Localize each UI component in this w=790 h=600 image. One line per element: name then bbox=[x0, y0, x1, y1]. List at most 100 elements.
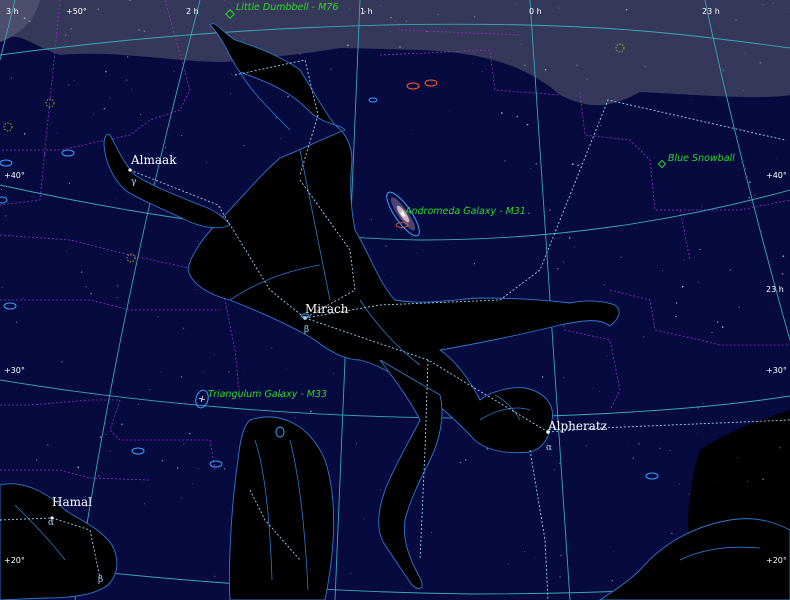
background-star bbox=[661, 269, 663, 271]
background-star bbox=[449, 110, 450, 112]
dec-left-40: +40° bbox=[4, 171, 25, 180]
andromeda-arm bbox=[103, 134, 231, 229]
background-star bbox=[66, 250, 68, 252]
label-alpheratz: Alpheratz bbox=[547, 419, 607, 433]
ra-label-3h: 3 h bbox=[6, 7, 19, 16]
greek-hamal-beta: β bbox=[98, 575, 103, 585]
background-star bbox=[716, 321, 719, 323]
background-star bbox=[121, 423, 123, 425]
background-star bbox=[523, 64, 526, 67]
background-star bbox=[482, 71, 484, 72]
background-star bbox=[558, 7, 560, 9]
background-star bbox=[181, 135, 183, 137]
background-star bbox=[164, 147, 167, 149]
background-star bbox=[571, 163, 574, 166]
ra-label-0h: 0 h bbox=[529, 7, 542, 16]
background-star bbox=[625, 8, 628, 11]
background-star bbox=[738, 306, 740, 308]
blue-snowball-marker[interactable] bbox=[657, 159, 667, 169]
background-star bbox=[287, 95, 289, 98]
background-star bbox=[562, 261, 564, 263]
background-star bbox=[1, 189, 2, 190]
background-star bbox=[698, 281, 699, 283]
background-star bbox=[214, 575, 216, 577]
sky-map-svg[interactable]: Almaak γ Mirach β Alpheratz α Hamal α β … bbox=[0, 0, 790, 600]
label-little-dumbbell: Little Dumbbell - M76 bbox=[236, 2, 338, 13]
background-star bbox=[405, 20, 407, 22]
background-star bbox=[549, 209, 551, 211]
background-star bbox=[559, 576, 561, 578]
background-star bbox=[380, 489, 382, 491]
background-star bbox=[759, 62, 761, 64]
background-star bbox=[82, 242, 84, 244]
background-star bbox=[701, 206, 703, 208]
background-star bbox=[526, 123, 529, 126]
ra-label-23h: 23 h bbox=[702, 7, 720, 16]
background-star bbox=[541, 376, 544, 378]
background-star bbox=[243, 144, 245, 147]
background-star bbox=[4, 215, 7, 217]
background-star bbox=[228, 371, 230, 373]
background-star bbox=[143, 30, 146, 33]
background-star bbox=[678, 483, 680, 485]
background-star bbox=[681, 285, 684, 288]
dec-right-40: +40° bbox=[766, 171, 787, 180]
background-star bbox=[28, 20, 31, 23]
background-star bbox=[299, 53, 301, 55]
background-star bbox=[459, 461, 462, 464]
background-star bbox=[202, 371, 204, 373]
background-star bbox=[643, 336, 645, 338]
background-star bbox=[77, 466, 80, 469]
background-star bbox=[577, 164, 579, 167]
background-star bbox=[206, 162, 208, 164]
background-star bbox=[742, 90, 744, 91]
background-star bbox=[658, 108, 660, 110]
background-star bbox=[103, 107, 106, 110]
background-star bbox=[478, 395, 480, 397]
background-star bbox=[655, 299, 657, 301]
background-star bbox=[507, 563, 509, 564]
background-star bbox=[528, 212, 530, 214]
dec-label-50: +50° bbox=[66, 7, 87, 16]
background-star bbox=[97, 8, 100, 10]
background-star bbox=[472, 296, 474, 298]
background-star bbox=[70, 28, 72, 30]
background-star bbox=[600, 124, 602, 126]
background-star bbox=[109, 450, 111, 452]
background-star bbox=[628, 441, 630, 442]
background-star bbox=[524, 551, 525, 552]
background-star bbox=[183, 443, 185, 445]
label-triangulum-galaxy: Triangulum Galaxy - M33 bbox=[208, 389, 327, 400]
background-star bbox=[735, 19, 737, 22]
background-star bbox=[500, 112, 503, 114]
star-almaak[interactable] bbox=[128, 168, 132, 172]
background-star bbox=[363, 519, 365, 520]
background-star bbox=[144, 503, 146, 505]
label-andromeda-galaxy: Andromeda Galaxy - M31 bbox=[404, 206, 526, 217]
background-star bbox=[611, 580, 613, 582]
background-star bbox=[349, 8, 350, 9]
background-star bbox=[520, 44, 521, 45]
background-star bbox=[185, 402, 187, 404]
label-hamal: Hamal bbox=[52, 495, 92, 509]
background-star bbox=[675, 302, 678, 304]
background-star bbox=[173, 70, 175, 72]
background-star bbox=[61, 361, 63, 363]
background-star bbox=[105, 433, 107, 436]
background-star bbox=[64, 34, 67, 37]
background-star bbox=[109, 97, 111, 99]
label-blue-snowball: Blue Snowball bbox=[668, 153, 735, 164]
sky-chart[interactable]: Almaak γ Mirach β Alpheratz α Hamal α β … bbox=[0, 0, 790, 600]
background-star bbox=[244, 368, 246, 370]
background-star bbox=[183, 327, 185, 329]
background-star bbox=[516, 4, 518, 5]
background-star bbox=[782, 255, 785, 258]
background-star bbox=[671, 532, 673, 535]
background-star bbox=[632, 457, 635, 459]
background-star bbox=[696, 432, 698, 434]
background-star bbox=[138, 403, 140, 405]
background-star bbox=[23, 17, 26, 20]
background-star bbox=[573, 246, 575, 248]
background-star bbox=[669, 449, 671, 452]
background-star bbox=[559, 462, 561, 464]
